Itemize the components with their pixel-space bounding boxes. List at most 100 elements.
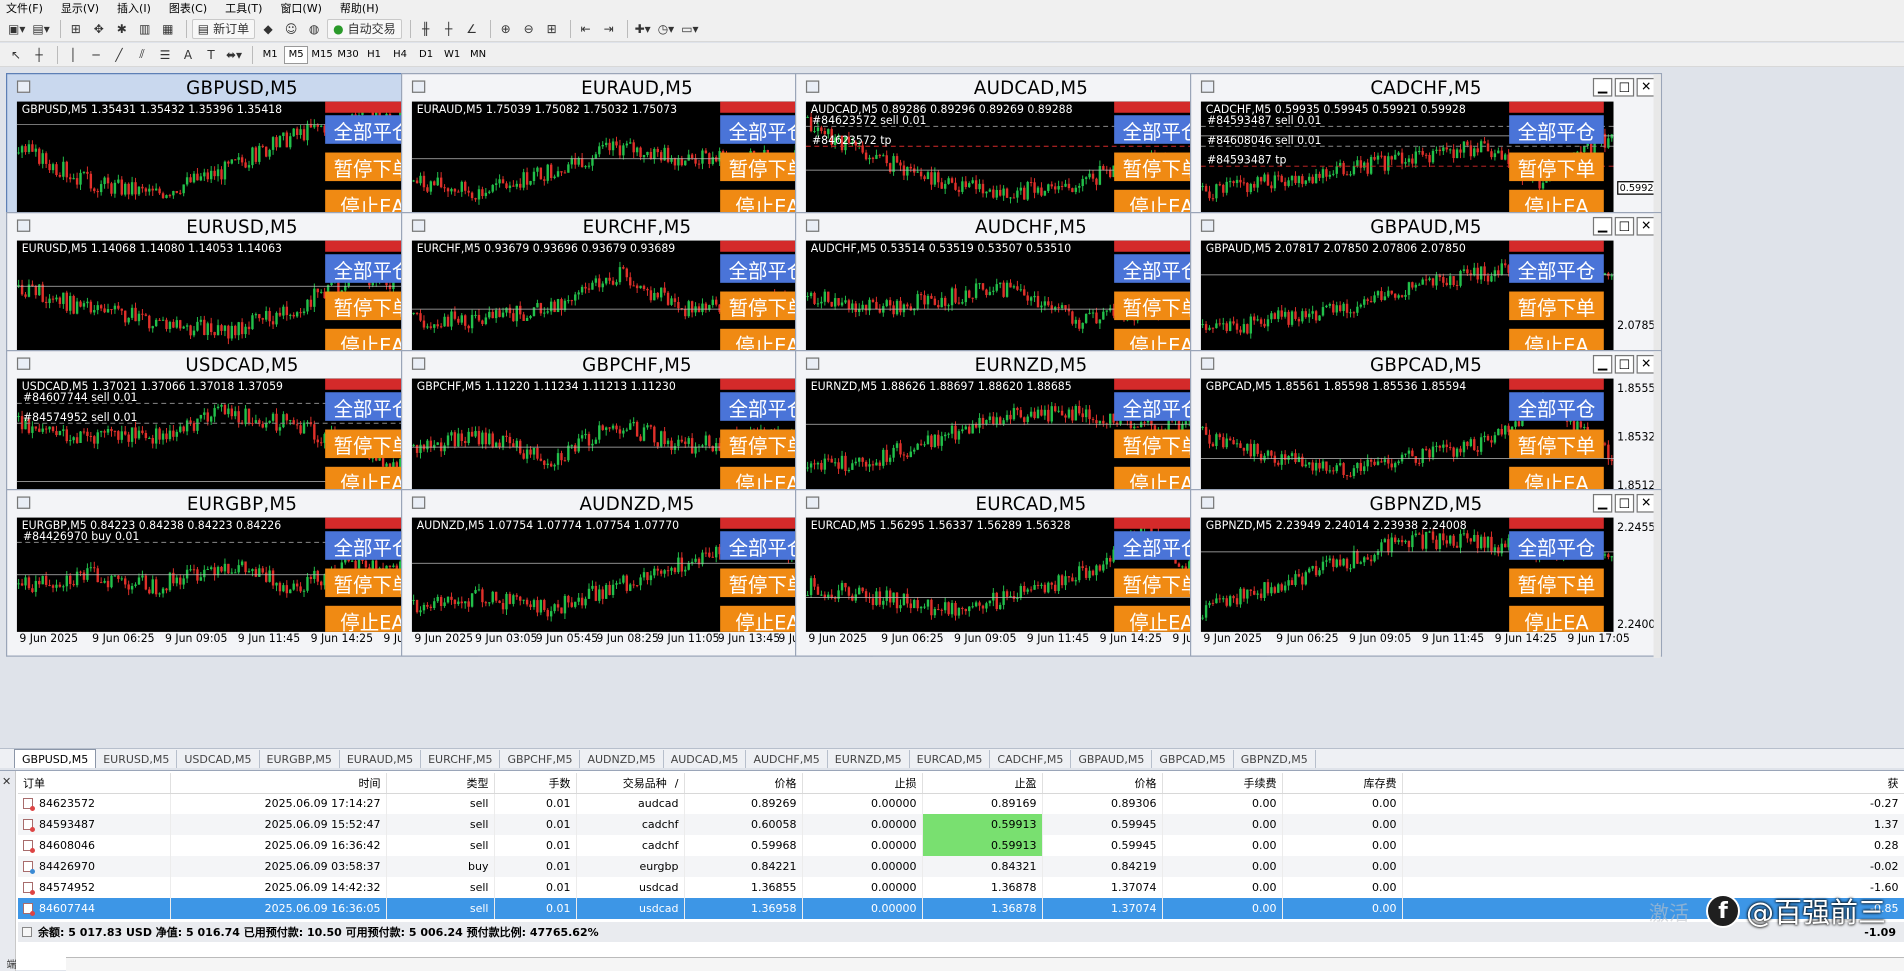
chart-shift-icon[interactable]: ⇤	[576, 19, 596, 39]
fibonacci-icon[interactable]: ☰	[155, 45, 175, 65]
column-header[interactable]: 手数	[494, 773, 577, 794]
vertical-scrollbar[interactable]	[1653, 489, 1661, 658]
timeframe-m30[interactable]: M30	[336, 46, 360, 64]
column-header[interactable]: 止盈	[922, 773, 1043, 794]
chart-tab[interactable]: USDCAD,M5	[177, 750, 260, 768]
chart-plot[interactable]: EURGBP,M5 0.84223 0.84238 0.84223 0.8422…	[16, 517, 430, 632]
timeframe-d1[interactable]: D1	[414, 46, 438, 64]
periods-icon[interactable]: ◷▾	[656, 19, 677, 39]
line-chart-icon[interactable]: ∠	[462, 19, 482, 39]
profiles-icon[interactable]: ▤▾	[30, 19, 51, 39]
chart-plot[interactable]: CADCHF,M5 0.59935 0.59945 0.59921 0.5992…	[1200, 101, 1614, 216]
metaeditor-icon[interactable]: ◆	[258, 19, 278, 39]
templates-icon[interactable]: ▭▾	[679, 19, 700, 39]
chart-tab[interactable]: GBPCAD,M5	[1152, 750, 1234, 768]
table-row[interactable]: 84426970 2025.06.09 03:58:37 buy 0.01 eurgbp…	[18, 856, 1904, 877]
pause-orders-button[interactable]: 暂停下单	[1508, 291, 1604, 320]
tester-icon[interactable]: ▦	[158, 19, 178, 39]
indicators-icon[interactable]: ✚▾	[633, 19, 653, 39]
table-row[interactable]: 84593487 2025.06.09 15:52:47 sell 0.01 cadch…	[18, 814, 1904, 835]
close-all-button[interactable]: 全部平仓	[1508, 253, 1604, 283]
chart-tab[interactable]: GBPCHF,M5	[500, 750, 581, 768]
chart-plot[interactable]: EURCAD,M5 1.56295 1.56337 1.56289 1.5632…	[805, 517, 1219, 632]
table-row[interactable]: 84574952 2025.06.09 14:42:32 sell 0.01 usdca…	[18, 877, 1904, 898]
terminal-icon[interactable]: ▥	[135, 19, 155, 39]
chart-plot[interactable]: EURNZD,M5 1.88626 1.88697 1.88620 1.8868…	[805, 378, 1219, 493]
new-order-button[interactable]: ▤ 新订单	[191, 18, 256, 39]
zoom-out-icon[interactable]: ⊖	[519, 19, 539, 39]
menu-item[interactable]: 工具(T)	[225, 0, 262, 16]
column-header[interactable]: 库存费	[1282, 773, 1403, 794]
timeframe-m1[interactable]: M1	[258, 46, 282, 64]
stop-ea-button[interactable]: 停止EA	[1508, 605, 1604, 632]
menu-item[interactable]: 帮助(H)	[340, 0, 379, 16]
minimize-icon[interactable]: ▁	[1592, 354, 1612, 374]
chart-plot[interactable]: GBPAUD,M5 2.07817 2.07850 2.07806 2.0785…	[1200, 240, 1614, 355]
chart-tab[interactable]: EURAUD,M5	[340, 750, 422, 768]
menu-item[interactable]: 插入(I)	[117, 0, 151, 16]
chart-tab[interactable]: GBPUSD,M5	[14, 749, 97, 768]
chart-tab[interactable]: CADCHF,M5	[990, 750, 1072, 768]
new-chart-icon[interactable]: ▣▾	[6, 19, 27, 39]
close-all-button[interactable]: 全部平仓	[1508, 530, 1604, 560]
pause-orders-button[interactable]: 暂停下单	[1508, 568, 1604, 597]
pause-orders-button[interactable]: 暂停下单	[1508, 152, 1604, 182]
market-watch-icon[interactable]: ⊞	[66, 19, 86, 39]
channel-icon[interactable]: ⫽	[132, 45, 152, 65]
column-header[interactable]: 交易品种 /	[576, 773, 685, 794]
table-row[interactable]: 84623572 2025.06.09 17:14:27 sell 0.01 audca…	[18, 793, 1904, 814]
column-header[interactable]: 止损	[802, 773, 923, 794]
chart-plot[interactable]: USDCAD,M5 1.37021 1.37066 1.37018 1.3705…	[16, 378, 430, 493]
data-window-icon[interactable]: ✥	[89, 19, 109, 39]
close-all-button[interactable]: 全部平仓	[1508, 392, 1604, 421]
text-label-icon[interactable]: T	[201, 45, 221, 65]
column-header[interactable]: 手续费	[1162, 773, 1283, 794]
bar-chart-icon[interactable]: ╫	[416, 19, 436, 39]
text-icon[interactable]: A	[178, 45, 198, 65]
chart-plot[interactable]: EURUSD,M5 1.14068 1.14080 1.14053 1.1406…	[16, 240, 430, 355]
chart-tab[interactable]: EURGBP,M5	[260, 750, 340, 768]
vertical-line-icon[interactable]: │	[63, 45, 83, 65]
signals-icon[interactable]: ☺	[281, 19, 301, 39]
chart-plot[interactable]: GBPNZD,M5 2.23949 2.24014 2.23938 2.2400…	[1200, 517, 1614, 632]
terminal-close-icon[interactable]: ✕	[2, 775, 11, 788]
minimize-icon[interactable]: ▁	[1592, 77, 1612, 97]
chart-window-gbpnzd[interactable]: GBPNZD,M5 ▁ □ ✕ GBPNZD,M5 2.23949 2.24014 2.…	[1189, 488, 1662, 658]
candlestick-icon[interactable]: ┼	[439, 19, 459, 39]
timeframe-mn[interactable]: MN	[466, 46, 490, 64]
chart-tab[interactable]: GBPAUD,M5	[1071, 750, 1153, 768]
timeframe-h1[interactable]: H1	[362, 46, 386, 64]
chart-plot[interactable]: AUDCHF,M5 0.53514 0.53519 0.53507 0.5351…	[805, 240, 1219, 355]
tile-windows-icon[interactable]: ⊞	[542, 19, 562, 39]
zoom-in-icon[interactable]: ⊕	[496, 19, 516, 39]
auto-trading-button[interactable]: ● 自动交易	[327, 18, 402, 39]
chart-plot[interactable]: EURAUD,M5 1.75039 1.75082 1.75032 1.7507…	[411, 101, 825, 216]
maximize-icon[interactable]: □	[1614, 354, 1634, 374]
chart-plot[interactable]: GBPCHF,M5 1.11220 1.11234 1.11213 1.1123…	[411, 378, 825, 493]
chart-tab[interactable]: EURUSD,M5	[96, 750, 178, 768]
chart-tab[interactable]: AUDNZD,M5	[580, 750, 664, 768]
timeframe-w1[interactable]: W1	[440, 46, 464, 64]
column-header[interactable]: 订单	[18, 773, 171, 794]
chart-tab[interactable]: EURNZD,M5	[828, 750, 910, 768]
market-icon[interactable]: ◍	[304, 19, 324, 39]
timeframe-m15[interactable]: M15	[310, 46, 334, 64]
chart-plot[interactable]: GBPUSD,M5 1.35431 1.35432 1.35396 1.3541…	[16, 101, 430, 216]
column-header[interactable]: 价格	[684, 773, 803, 794]
navigator-icon[interactable]: ✱	[112, 19, 132, 39]
menu-item[interactable]: 文件(F)	[6, 0, 43, 16]
menu-item[interactable]: 显示(V)	[61, 0, 99, 16]
timeframe-m5[interactable]: M5	[284, 45, 309, 64]
menu-item[interactable]: 窗口(W)	[280, 0, 321, 16]
cursor-icon[interactable]: ↖	[6, 45, 26, 65]
pause-orders-button[interactable]: 暂停下单	[1508, 429, 1604, 459]
chart-plot[interactable]: AUDCAD,M5 0.89286 0.89296 0.89269 0.8928…	[805, 101, 1219, 216]
chart-tab[interactable]: GBPNZD,M5	[1234, 750, 1316, 768]
maximize-icon[interactable]: □	[1614, 77, 1634, 97]
chart-tab[interactable]: EURCHF,M5	[421, 750, 501, 768]
horizontal-line-icon[interactable]: ─	[86, 45, 106, 65]
column-header[interactable]: 类型	[386, 773, 495, 794]
column-header[interactable]: 时间	[170, 773, 387, 794]
chart-tab[interactable]: EURCAD,M5	[910, 750, 991, 768]
minimize-icon[interactable]: ▁	[1592, 493, 1612, 513]
